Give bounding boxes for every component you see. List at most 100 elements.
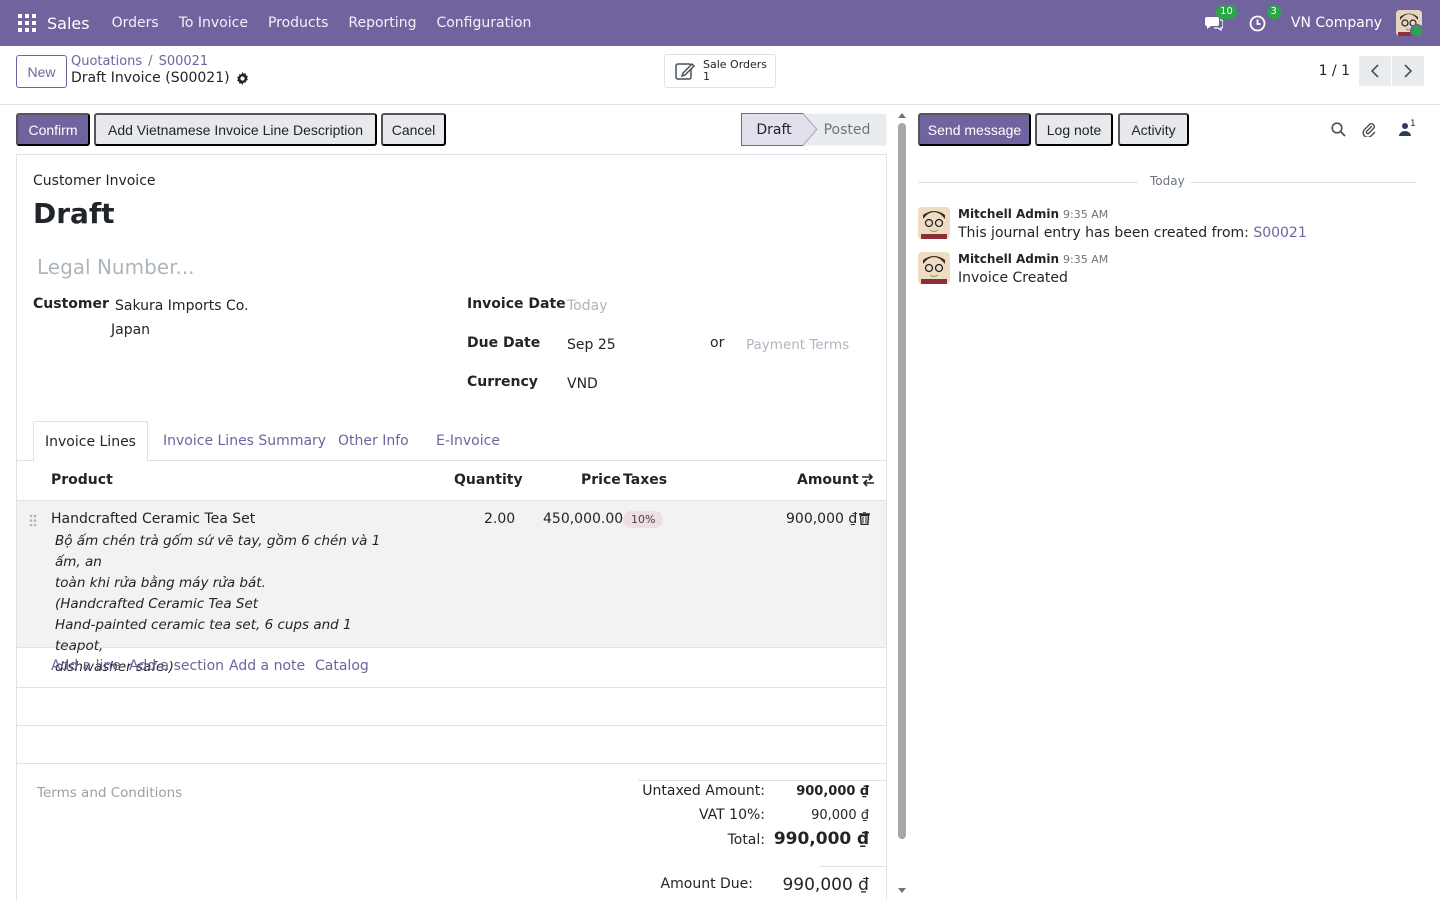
- total-value: 990,000 ₫: [773, 829, 869, 849]
- stage-draft[interactable]: Draft: [741, 113, 807, 146]
- menu-orders[interactable]: Orders: [112, 15, 159, 31]
- tab-invoice-lines[interactable]: Invoice Lines: [33, 421, 148, 462]
- date-separator: Today: [1150, 174, 1185, 188]
- invoice-date-input[interactable]: Today: [567, 298, 608, 314]
- cancel-button[interactable]: Cancel: [381, 113, 446, 146]
- catalog-link[interactable]: Catalog: [315, 658, 369, 674]
- activities-button[interactable]: 3: [1247, 5, 1281, 34]
- breadcrumb-order[interactable]: S00021: [159, 54, 209, 69]
- column-price[interactable]: Price: [581, 472, 621, 488]
- top-navbar: Sales Orders To Invoice Products Reporti…: [0, 0, 1440, 46]
- message-text: This journal entry has been created from…: [958, 225, 1254, 241]
- breadcrumb-quotations[interactable]: Quotations: [71, 54, 142, 69]
- message-author[interactable]: Mitchell Admin: [958, 207, 1059, 221]
- messaging-button[interactable]: 10: [1203, 5, 1237, 34]
- customer-name[interactable]: Sakura Imports Co.: [115, 298, 249, 314]
- menu-to-invoice[interactable]: To Invoice: [179, 15, 248, 31]
- paperclip-icon[interactable]: [1361, 121, 1377, 137]
- currency-label: Currency: [467, 374, 538, 390]
- vat-label: VAT 10%:: [698, 807, 765, 823]
- table-row[interactable]: Handcrafted Ceramic Tea Set Bộ ấm chén t…: [17, 501, 886, 675]
- tab-other-info[interactable]: Other Info: [338, 421, 409, 461]
- amount-due-value: 990,000 ₫: [782, 875, 869, 895]
- company-switcher[interactable]: VN Company: [1291, 15, 1382, 31]
- line-price: 450,000.00: [543, 511, 624, 527]
- edit-document-icon: [675, 62, 696, 80]
- sale-orders-smart-button[interactable]: Sale Orders 1: [664, 54, 776, 88]
- message-order-link[interactable]: S00021: [1253, 225, 1306, 241]
- tab-invoice-lines-summary[interactable]: Invoice Lines Summary: [163, 421, 326, 461]
- pager-next-button[interactable]: [1392, 56, 1424, 86]
- menu-configuration[interactable]: Configuration: [436, 15, 531, 31]
- currency-input[interactable]: VND: [567, 376, 598, 392]
- search-icon[interactable]: [1331, 122, 1346, 137]
- send-message-button[interactable]: Send message: [918, 113, 1031, 146]
- clock-icon: [1249, 15, 1266, 31]
- pager-value[interactable]: 1 / 1: [1319, 63, 1350, 79]
- untaxed-amount-value: 900,000 ₫: [796, 784, 869, 799]
- form-scrollbar[interactable]: [897, 109, 907, 900]
- terms-and-conditions-input[interactable]: Terms and Conditions: [37, 785, 182, 801]
- smart-button-count: 1: [703, 70, 710, 83]
- trash-icon[interactable]: [859, 512, 870, 525]
- drag-handle-icon[interactable]: [29, 514, 37, 527]
- add-vietnamese-description-button[interactable]: Add Vietnamese Invoice Line Description: [94, 113, 377, 146]
- message-time: 9:35 AM: [1063, 253, 1109, 266]
- control-panel: New Quotations / S00021 Draft Invoice (S00…: [0, 46, 1440, 105]
- column-product[interactable]: Product: [51, 472, 113, 488]
- tab-e-invoice[interactable]: E-Invoice: [436, 421, 500, 461]
- notebook-tabs: Invoice Lines Invoice Lines Summary Othe…: [17, 421, 886, 462]
- add-a-line-link[interactable]: Add a line: [51, 658, 121, 674]
- move-type-label: Customer Invoice: [33, 173, 156, 189]
- invoice-state-title: Draft: [33, 197, 115, 230]
- gear-icon[interactable]: [236, 71, 249, 85]
- payment-terms-input[interactable]: Payment Terms: [746, 337, 849, 353]
- scroll-down-icon[interactable]: [897, 885, 907, 895]
- scroll-up-icon[interactable]: [897, 111, 907, 121]
- invoice-date-label: Invoice Date: [467, 296, 566, 312]
- due-date-input[interactable]: Sep 25: [567, 337, 616, 353]
- amount-due-label: Amount Due:: [660, 876, 753, 892]
- message-time: 9:35 AM: [1063, 208, 1109, 221]
- line-product: Handcrafted Ceramic Tea Set: [51, 511, 256, 527]
- invoice-lines-header: Product Quantity Price Taxes Amount: [17, 461, 886, 501]
- add-a-section-link[interactable]: Add a section: [129, 658, 224, 674]
- line-amount: 900,000 ₫: [786, 511, 858, 527]
- column-amount[interactable]: Amount: [797, 472, 859, 488]
- untaxed-amount-label: Untaxed Amount:: [642, 783, 765, 799]
- menu-reporting[interactable]: Reporting: [348, 15, 416, 31]
- followers-count: 1: [1410, 119, 1416, 129]
- new-button[interactable]: New: [16, 55, 67, 88]
- menu-products[interactable]: Products: [268, 15, 328, 31]
- invoice-totals: Untaxed Amount: 900,000 ₫ VAT 10%: 90,00…: [638, 780, 886, 895]
- breadcrumb: Quotations / S00021: [71, 54, 209, 69]
- apps-menu-icon[interactable]: [18, 14, 36, 32]
- form-statusbar: Confirm Add Vietnamese Invoice Line Desc…: [16, 113, 887, 146]
- user-face-icon: [918, 207, 950, 239]
- record-title: Draft Invoice (S00021): [71, 70, 249, 86]
- log-note-button[interactable]: Log note: [1035, 113, 1113, 146]
- stage-posted[interactable]: Posted: [811, 113, 883, 146]
- confirm-button[interactable]: Confirm: [16, 113, 90, 146]
- message-author[interactable]: Mitchell Admin: [958, 252, 1059, 266]
- user-avatar[interactable]: [1396, 10, 1422, 36]
- legal-number-input[interactable]: Legal Number...: [37, 255, 195, 279]
- column-taxes[interactable]: Taxes: [623, 472, 667, 488]
- column-quantity[interactable]: Quantity: [454, 472, 523, 488]
- empty-row: [17, 688, 886, 726]
- due-date-label: Due Date: [467, 335, 541, 351]
- author-avatar[interactable]: [918, 252, 950, 284]
- user-face-icon: [918, 252, 950, 284]
- scrollbar-thumb[interactable]: [898, 123, 906, 839]
- message-text: Invoice Created: [958, 270, 1068, 286]
- optional-columns-icon[interactable]: [861, 473, 875, 487]
- activity-button[interactable]: Activity: [1118, 113, 1189, 146]
- user-face-icon: [1396, 10, 1422, 36]
- pager-previous-button[interactable]: [1359, 56, 1391, 86]
- app-brand[interactable]: Sales: [47, 14, 90, 33]
- author-avatar[interactable]: [918, 207, 950, 239]
- chatter-message: Mitchell Admin 9:35 AM This journal entry…: [918, 206, 1418, 246]
- add-a-note-link[interactable]: Add a note: [229, 658, 305, 674]
- line-tax-badge: 10%: [623, 511, 664, 528]
- chevron-right-icon: [1404, 64, 1413, 78]
